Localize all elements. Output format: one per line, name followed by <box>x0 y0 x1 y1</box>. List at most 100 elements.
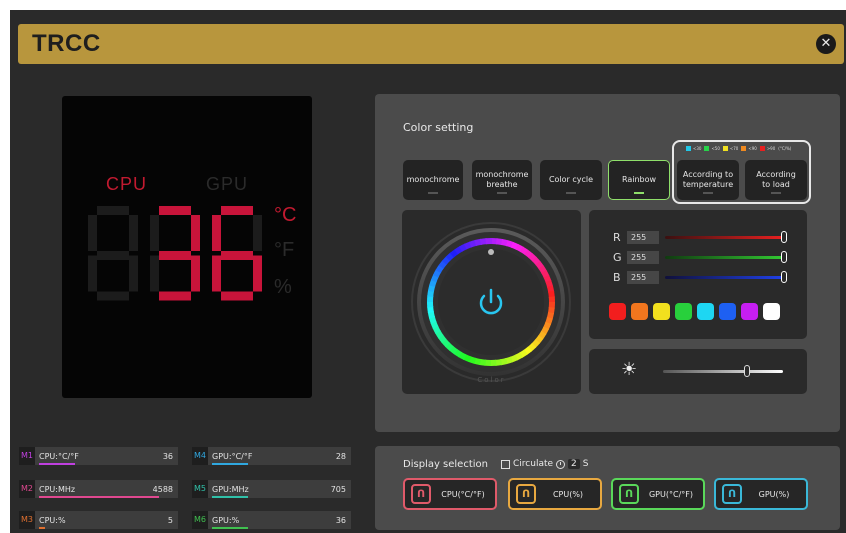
rgb-slider-b[interactable] <box>665 270 787 283</box>
rgb-row-g: G 255 <box>613 250 787 264</box>
title-bar: TRCC ✕ <box>18 24 844 64</box>
lcd-gpu-label: GPU <box>206 174 249 194</box>
lcd-segment <box>159 206 191 215</box>
legend-row: <30 <50 <70 <90 >90 (°C/%) <box>686 146 791 151</box>
rgb-slider-r[interactable] <box>665 230 787 243</box>
mode-according-to-temperature[interactable]: According to temperature <box>677 160 739 200</box>
monitor-tag: M5 <box>192 480 208 498</box>
color-swatch[interactable] <box>675 303 692 320</box>
rgb-label: R <box>613 230 621 244</box>
slider-knob[interactable] <box>781 250 787 263</box>
seconds-input[interactable]: 2 <box>568 459 580 469</box>
lcd-segment <box>129 215 138 251</box>
lcd-segment <box>191 255 200 292</box>
monitor-tag: M2 <box>19 480 35 498</box>
mode-label: monochrome breathe <box>475 169 529 189</box>
color-swatch[interactable] <box>631 303 648 320</box>
monitor-name: GPU:% <box>212 516 336 529</box>
monitor-name: GPU:°C/°F <box>212 452 336 465</box>
monitor-name-text: CPU:% <box>39 515 66 525</box>
display-selection-panel: Display selection Circulate 2 S ᑎ CPU(°C/… <box>375 446 840 530</box>
display-option-button[interactable]: ᑎ GPU(%) <box>714 478 808 510</box>
display-option-icon: ᑎ <box>722 484 742 504</box>
lcd-unit-celsius: °C <box>274 204 297 226</box>
lcd-segment <box>159 291 191 301</box>
rgb-value-b[interactable]: 255 <box>627 270 659 284</box>
display-option-button[interactable]: ᑎ CPU(%) <box>508 478 602 510</box>
color-swatch[interactable] <box>697 303 714 320</box>
color-wheel[interactable] <box>402 210 581 394</box>
rgb-box: R 255 G 255 B 255 <box>589 210 807 339</box>
close-icon[interactable]: ✕ <box>816 34 836 54</box>
slider-knob[interactable] <box>781 230 787 243</box>
lcd-preview: CPU GPU °C °F % <box>62 96 312 398</box>
color-swatch[interactable] <box>719 303 736 320</box>
monitor-tag: M3 <box>19 511 35 529</box>
lcd-unit-percent: % <box>274 276 292 298</box>
monitor-name: CPU:MHz <box>39 485 159 498</box>
color-setting-panel: Color setting <30 <50 <70 <90 >90 (°C/%) mono… <box>375 94 840 432</box>
monitor-value: 5 <box>167 515 173 525</box>
monitor-value: 705 <box>330 484 346 494</box>
color-setting-title: Color setting <box>403 121 474 134</box>
monitor-row[interactable]: M4 GPU:°C/°F 28 <box>192 447 351 465</box>
monitor-row[interactable]: M6 GPU:% 36 <box>192 511 351 529</box>
monitor-row[interactable]: M1 CPU:°C/°F 36 <box>19 447 178 465</box>
rgb-value-r[interactable]: 255 <box>627 230 659 244</box>
monitor-name-text: CPU:°C/°F <box>39 451 79 461</box>
display-option-button[interactable]: ᑎ CPU(°C/°F) <box>403 478 497 510</box>
legend-swatch <box>759 146 765 151</box>
monitor-underline <box>39 495 159 498</box>
lcd-segment <box>150 215 159 251</box>
color-swatch[interactable] <box>609 303 626 320</box>
mode-label: Rainbow <box>621 174 657 184</box>
lcd-segment <box>159 251 191 260</box>
color-swatch[interactable] <box>763 303 780 320</box>
mode-rainbow[interactable]: Rainbow <box>608 160 670 200</box>
wheel-handle[interactable] <box>488 249 494 255</box>
rgb-value-g[interactable]: 255 <box>627 250 659 264</box>
legend-text: <70 <box>729 146 739 151</box>
mode-according-to-load[interactable]: According to load <box>745 160 807 200</box>
rgb-slider-g[interactable] <box>665 250 787 263</box>
slider-knob[interactable] <box>781 270 787 283</box>
monitor-row[interactable]: M2 CPU:MHz 4588 <box>19 480 178 498</box>
color-swatch[interactable] <box>741 303 758 320</box>
color-swatch[interactable] <box>653 303 670 320</box>
lcd-segment <box>129 255 138 292</box>
lcd-segment <box>97 291 129 301</box>
display-option-button[interactable]: ᑎ GPU(°C/°F) <box>611 478 705 510</box>
mode-label: monochrome <box>406 174 460 184</box>
legend-text: >90 <box>766 146 776 151</box>
display-selection-title: Display selection <box>403 459 488 470</box>
lcd-unit-fahrenheit: °F <box>274 239 295 261</box>
lcd-segment <box>97 206 129 215</box>
rgb-label: G <box>613 250 622 264</box>
legend-text: <50 <box>711 146 720 151</box>
brightness-slider[interactable] <box>663 370 783 373</box>
lcd-segment <box>253 255 262 292</box>
mode-color-cycle[interactable]: Color cycle <box>540 160 602 200</box>
mode-monochrome-breathe[interactable]: monochrome breathe <box>472 160 532 200</box>
monitor-tag: M4 <box>192 447 208 465</box>
legend-swatch <box>686 146 691 151</box>
mode-label: Color cycle <box>548 174 594 184</box>
monitor-row[interactable]: M3 CPU:% 5 <box>19 511 178 529</box>
brightness-icon: ☀ <box>621 359 638 380</box>
rgb-row-r: R 255 <box>613 230 787 244</box>
mode-monochrome[interactable]: monochrome <box>403 160 463 200</box>
seconds-unit: S <box>582 459 589 469</box>
wheel-label: Color <box>477 376 506 384</box>
legend-swatch <box>741 146 747 151</box>
monitor-underline <box>39 462 75 465</box>
color-wheel-box: Color <box>402 210 581 394</box>
circulate-checkbox[interactable] <box>501 459 510 469</box>
brightness-box: ☀ <box>589 349 807 394</box>
brightness-knob[interactable] <box>744 365 750 377</box>
display-option-icon: ᑎ <box>411 484 431 504</box>
monitor-row[interactable]: M5 GPU:MHz 705 <box>192 480 351 498</box>
display-option-icon: ᑎ <box>516 484 536 504</box>
monitor-value: 28 <box>335 451 346 461</box>
monitor-name: CPU:% <box>39 515 168 529</box>
lcd-segment <box>221 206 253 215</box>
